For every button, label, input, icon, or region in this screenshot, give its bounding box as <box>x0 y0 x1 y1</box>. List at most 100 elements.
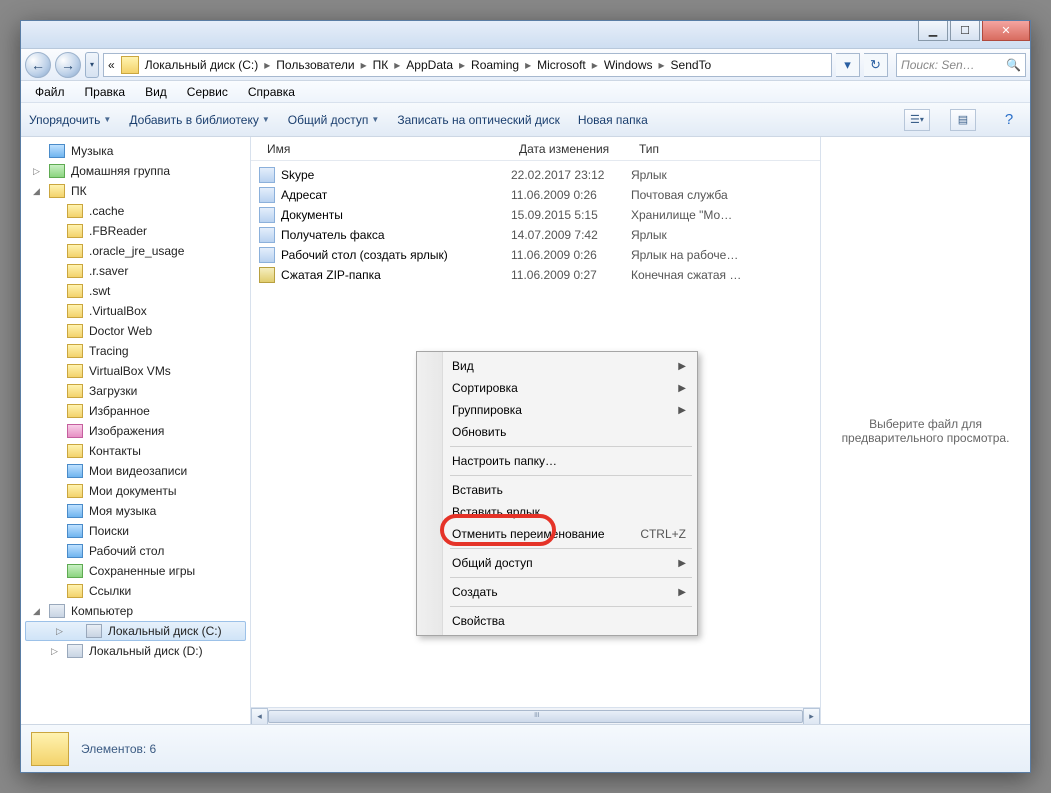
sidebar-item-5[interactable]: .oracle_jre_usage <box>21 241 250 261</box>
history-dropdown[interactable]: ▾ <box>85 52 99 78</box>
close-button[interactable] <box>982 21 1030 41</box>
help-button[interactable]: ? <box>996 109 1022 131</box>
folder-icon <box>67 204 83 218</box>
ctx-customize[interactable]: Настроить папку… <box>420 450 694 472</box>
ctx-undo[interactable]: Отменить переименованиеCTRL+Z <box>420 523 694 545</box>
sidebar-item-8[interactable]: .VirtualBox <box>21 301 250 321</box>
file-icon <box>259 187 275 203</box>
expander-icon[interactable]: ▷ <box>33 166 40 177</box>
col-type[interactable]: Тип <box>631 142 761 156</box>
titlebar <box>21 21 1030 49</box>
ctx-group[interactable]: Группировка▶ <box>420 399 694 421</box>
explorer-window: ← → ▾ « Локальный диск (C:)▸ Пользовател… <box>20 20 1031 773</box>
sidebar-item-13[interactable]: Избранное <box>21 401 250 421</box>
sidebar-item-25[interactable]: ▷Локальный диск (D:) <box>21 641 250 661</box>
sidebar-item-24[interactable]: ▷Локальный диск (C:) <box>25 621 246 641</box>
sidebar-item-18[interactable]: Моя музыка <box>21 501 250 521</box>
organize-button[interactable]: Упорядочить▼ <box>29 113 111 127</box>
ctx-paste[interactable]: Вставить <box>420 479 694 501</box>
menu-view[interactable]: Вид <box>137 83 175 101</box>
sidebar-item-4[interactable]: .FBReader <box>21 221 250 241</box>
scroll-thumb[interactable] <box>268 710 803 723</box>
file-row[interactable]: Рабочий стол (создать ярлык)11.06.2009 0… <box>251 245 820 265</box>
sidebar-item-7[interactable]: .swt <box>21 281 250 301</box>
col-date[interactable]: Дата изменения <box>511 142 631 156</box>
menu-edit[interactable]: Правка <box>77 83 134 101</box>
crumb-2[interactable]: ПК <box>371 58 391 72</box>
crumb-4[interactable]: Roaming <box>469 58 521 72</box>
folder-icon <box>67 244 83 258</box>
file-row[interactable]: Skype22.02.2017 23:12Ярлык <box>251 165 820 185</box>
menu-file[interactable]: Файл <box>27 83 73 101</box>
menu-help[interactable]: Справка <box>240 83 303 101</box>
crumb-0[interactable]: Локальный диск (C:) <box>143 58 261 72</box>
sidebar-item-9[interactable]: Doctor Web <box>21 321 250 341</box>
sidebar-item-label: .oracle_jre_usage <box>89 244 184 258</box>
ctx-view[interactable]: Вид▶ <box>420 355 694 377</box>
breadcrumb-chevrons[interactable]: « <box>106 58 117 72</box>
sidebar-item-3[interactable]: .cache <box>21 201 250 221</box>
drive-icon <box>121 56 139 74</box>
ctx-refresh[interactable]: Обновить <box>420 421 694 443</box>
breadcrumb[interactable]: « Локальный диск (C:)▸ Пользователи▸ ПК▸… <box>103 53 832 77</box>
crumb-5[interactable]: Microsoft <box>535 58 588 72</box>
crumb-7[interactable]: SendTo <box>669 58 714 72</box>
sidebar-item-12[interactable]: Загрузки <box>21 381 250 401</box>
scroll-right-button[interactable]: ▸ <box>803 708 820 725</box>
minimize-button[interactable] <box>918 21 948 41</box>
crumb-6[interactable]: Windows <box>602 58 655 72</box>
burn-button[interactable]: Записать на оптический диск <box>397 113 560 127</box>
sidebar-item-15[interactable]: Контакты <box>21 441 250 461</box>
new-folder-button[interactable]: Новая папка <box>578 113 648 127</box>
drive-icon <box>86 624 102 638</box>
preview-pane-button[interactable]: ▤ <box>950 109 976 131</box>
search-input[interactable]: Поиск: Sen… 🔍 <box>896 53 1026 77</box>
sidebar-item-2[interactable]: ◢ПК <box>21 181 250 201</box>
file-row[interactable]: Адресат11.06.2009 0:26Почтовая служба <box>251 185 820 205</box>
horizontal-scrollbar[interactable]: ◂ ▸ <box>251 707 820 724</box>
sidebar: Музыка▷Домашняя группа◢ПК.cache.FBReader… <box>21 137 251 724</box>
green-icon <box>67 564 83 578</box>
file-row[interactable]: Сжатая ZIP-папка11.06.2009 0:27Конечная … <box>251 265 820 285</box>
back-button[interactable]: ← <box>25 52 51 78</box>
col-name[interactable]: Имя <box>259 142 511 156</box>
sidebar-item-6[interactable]: .r.saver <box>21 261 250 281</box>
sidebar-item-10[interactable]: Tracing <box>21 341 250 361</box>
expander-icon[interactable]: ▷ <box>56 626 63 637</box>
share-button[interactable]: Общий доступ▼ <box>288 113 380 127</box>
scroll-left-button[interactable]: ◂ <box>251 708 268 725</box>
ctx-share[interactable]: Общий доступ▶ <box>420 552 694 574</box>
maximize-button[interactable] <box>950 21 980 41</box>
forward-button[interactable]: → <box>55 52 81 78</box>
expander-icon[interactable]: ◢ <box>33 186 40 197</box>
sidebar-item-16[interactable]: Мои видеозаписи <box>21 461 250 481</box>
sidebar-item-label: Изображения <box>89 424 164 438</box>
sidebar-item-1[interactable]: ▷Домашняя группа <box>21 161 250 181</box>
expander-icon[interactable]: ▷ <box>51 646 58 657</box>
sidebar-item-22[interactable]: Ссылки <box>21 581 250 601</box>
breadcrumb-dropdown[interactable]: ▾ <box>836 53 860 77</box>
file-row[interactable]: Документы15.09.2015 5:15Хранилище "Мо… <box>251 205 820 225</box>
sidebar-item-0[interactable]: Музыка <box>21 141 250 161</box>
ctx-create[interactable]: Создать▶ <box>420 581 694 603</box>
ctx-sort[interactable]: Сортировка▶ <box>420 377 694 399</box>
add-to-library-button[interactable]: Добавить в библиотеку▼ <box>129 113 269 127</box>
sidebar-item-19[interactable]: Поиски <box>21 521 250 541</box>
cell-type: Ярлык <box>631 168 761 182</box>
sidebar-item-17[interactable]: Мои документы <box>21 481 250 501</box>
menu-tools[interactable]: Сервис <box>179 83 236 101</box>
sidebar-item-11[interactable]: VirtualBox VMs <box>21 361 250 381</box>
sidebar-item-21[interactable]: Сохраненные игры <box>21 561 250 581</box>
file-row[interactable]: Получатель факса14.07.2009 7:42Ярлык <box>251 225 820 245</box>
sidebar-item-20[interactable]: Рабочий стол <box>21 541 250 561</box>
expander-icon[interactable]: ◢ <box>33 606 40 617</box>
refresh-button[interactable]: ↻ <box>864 53 888 77</box>
view-mode-button[interactable]: ☰ ▾ <box>904 109 930 131</box>
ctx-paste-shortcut[interactable]: Вставить ярлык <box>420 501 694 523</box>
search-icon[interactable]: 🔍 <box>1006 58 1021 72</box>
sidebar-item-23[interactable]: ◢Компьютер <box>21 601 250 621</box>
crumb-1[interactable]: Пользователи <box>274 58 356 72</box>
sidebar-item-14[interactable]: Изображения <box>21 421 250 441</box>
ctx-properties[interactable]: Свойства <box>420 610 694 632</box>
crumb-3[interactable]: AppData <box>404 58 455 72</box>
